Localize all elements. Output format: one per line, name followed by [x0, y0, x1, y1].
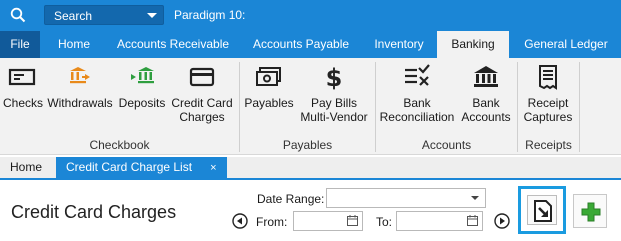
page-title: Credit Card Charges: [11, 202, 177, 222]
calendar-icon[interactable]: [347, 215, 358, 226]
bank-icon: [474, 66, 498, 87]
previous-arrow-icon[interactable]: [232, 213, 248, 229]
group-separator: [579, 62, 580, 152]
to-label: To:: [376, 215, 393, 229]
ribbon-tabs: File Home Accounts Receivable Accounts P…: [0, 31, 621, 58]
money-icon: [256, 67, 281, 86]
receipt-captures-button[interactable]: Receipt Captures: [521, 64, 575, 124]
document-tabs: Home Credit Card Charge List ×: [0, 157, 621, 180]
doctab-home[interactable]: Home: [0, 157, 52, 178]
tab-home[interactable]: Home: [46, 31, 102, 58]
checks-button[interactable]: Checks: [3, 64, 44, 110]
date-range-label: Date Range:: [257, 192, 325, 206]
date-range-select[interactable]: [326, 188, 486, 208]
payables-button[interactable]: Payables: [244, 64, 294, 110]
receipt-icon: [539, 65, 557, 90]
receipt-captures-label-2: Captures: [523, 110, 573, 124]
group-label-receipts: Receipts: [525, 138, 572, 152]
pay-bills-label-2: Multi-Vendor: [300, 110, 368, 124]
chevron-down-icon[interactable]: [147, 13, 157, 18]
withdrawals-button[interactable]: Withdrawals: [45, 64, 115, 110]
tab-accounts-receivable[interactable]: Accounts Receivable: [108, 31, 238, 58]
deposits-icon: [131, 67, 154, 84]
svg-text:$: $: [326, 64, 343, 90]
plus-icon: [581, 202, 601, 222]
deposits-button[interactable]: Deposits: [117, 64, 167, 110]
withdrawals-label: Withdrawals: [47, 96, 113, 110]
title-bar: Search Paradigm 10:: [0, 0, 621, 31]
bank-reconciliation-label-2: Reconciliation: [379, 110, 455, 124]
credit-card-charges-label-1: Credit Card: [171, 96, 233, 110]
next-arrow-icon[interactable]: [494, 213, 510, 229]
export-document-icon: [534, 200, 552, 222]
export-button-face: [527, 195, 557, 225]
search-placeholder: Search: [54, 9, 93, 23]
reconcile-icon: [405, 64, 430, 86]
pay-bills-multi-vendor-button[interactable]: $ Pay Bills Multi-Vendor: [297, 64, 371, 124]
payables-label: Payables: [244, 96, 294, 110]
credit-card-icon: [189, 67, 215, 87]
doctab-credit-card-charge-list[interactable]: Credit Card Charge List ×: [56, 157, 227, 178]
credit-card-charges-button[interactable]: Credit Card Charges: [170, 64, 234, 124]
tab-accounts-payable[interactable]: Accounts Payable: [244, 31, 358, 58]
search-icon[interactable]: [10, 7, 26, 23]
from-label: From:: [256, 215, 288, 229]
withdrawals-icon: [70, 67, 90, 84]
content-area: Credit Card Charges Date Range: From: To…: [0, 182, 621, 241]
bank-accounts-label-2: Accounts: [461, 110, 511, 124]
tab-banking[interactable]: Banking: [437, 31, 509, 58]
to-date-field[interactable]: [396, 211, 483, 231]
export-button[interactable]: [518, 186, 566, 234]
doctab-label: Credit Card Charge List: [66, 160, 193, 174]
chevron-down-icon[interactable]: [471, 196, 479, 200]
from-date-field[interactable]: [293, 211, 363, 231]
pay-bills-label-1: Pay Bills: [310, 96, 357, 110]
add-button[interactable]: [573, 194, 607, 228]
app-title: Paradigm 10:: [174, 8, 246, 22]
close-icon[interactable]: ×: [210, 158, 216, 179]
credit-card-charges-label-2: Charges: [179, 110, 225, 124]
receipt-captures-label-1: Receipt: [527, 96, 569, 110]
bank-accounts-button[interactable]: Bank Accounts: [460, 64, 512, 124]
checks-label: Checks: [3, 96, 44, 110]
bank-accounts-label-1: Bank: [472, 96, 500, 110]
tab-general-ledger[interactable]: General Ledger: [514, 31, 618, 58]
calendar-icon[interactable]: [467, 215, 478, 226]
check-icon: [8, 68, 36, 86]
tab-file[interactable]: File: [0, 31, 40, 58]
bank-reconciliation-button[interactable]: Bank Reconciliation: [379, 64, 455, 124]
tab-inventory[interactable]: Inventory: [364, 31, 434, 58]
group-label-payables: Payables: [282, 138, 333, 152]
bank-reconciliation-label-1: Bank: [403, 96, 431, 110]
ribbon: Checks Withdrawals Deposits Credit Card …: [0, 58, 621, 155]
group-label-checkbook: Checkbook: [89, 138, 150, 152]
group-label-accounts: Accounts: [421, 138, 472, 152]
dollar-icon: $: [326, 64, 343, 90]
deposits-label: Deposits: [118, 96, 166, 110]
search-input[interactable]: Search: [44, 5, 164, 25]
